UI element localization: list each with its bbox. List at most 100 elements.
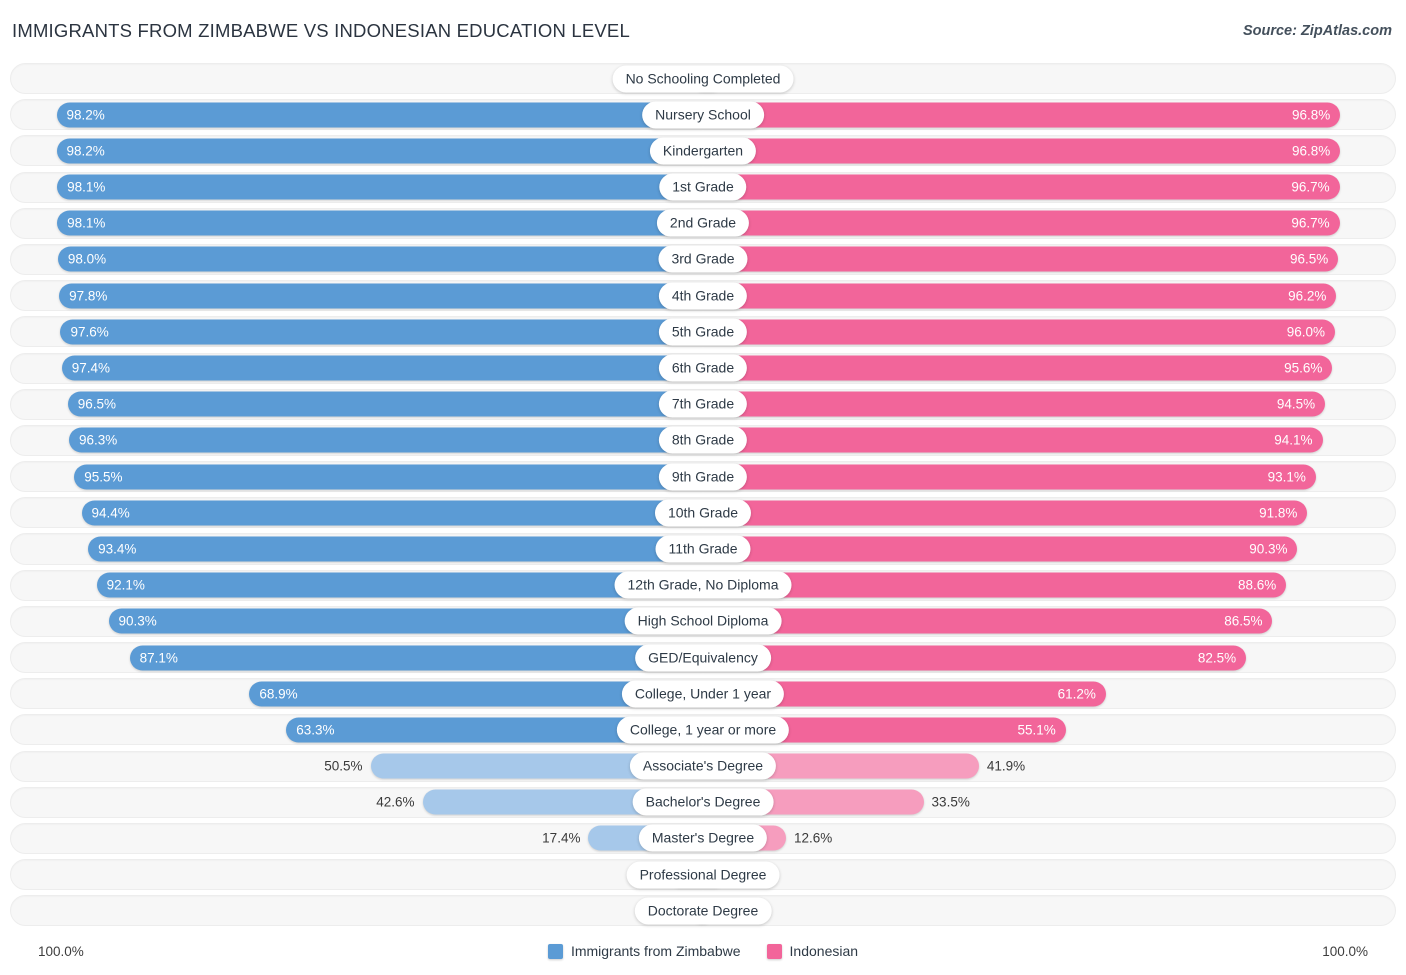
value-label-right: 90.3% [1249, 541, 1288, 557]
value-label-right: 91.8% [1259, 505, 1298, 521]
right-half: 96.8% [703, 98, 1396, 131]
bar-immigrants-from-zimbabwe [57, 246, 703, 272]
bar-row: 98.1% 96.7% 1st Grade [10, 171, 1396, 204]
category-label: 1st Grade [659, 173, 747, 201]
bar-row: 98.1% 96.7% 2nd Grade [10, 207, 1396, 240]
diverging-bar-chart: 1.9%3.2%No Schooling Completed 98.2% 96.8%… [10, 62, 1396, 931]
bar-immigrants-from-zimbabwe [129, 645, 703, 671]
left-half: 87.1% [10, 641, 703, 674]
bar-row: 97.8% 96.2% 4th Grade [10, 279, 1396, 312]
category-label: 3rd Grade [658, 245, 748, 273]
value-label-left: 92.1% [106, 577, 145, 593]
bar-immigrants-from-zimbabwe [96, 572, 703, 598]
bar-row: 90.3% 86.5% High School Diploma [10, 605, 1396, 638]
bar-immigrants-from-zimbabwe [67, 391, 703, 417]
left-half: 98.1% [10, 207, 703, 240]
bar-immigrants-from-zimbabwe [57, 174, 703, 200]
bar-indonesian [703, 210, 1340, 236]
bar-row: 87.1% 82.5% GED/Equivalency [10, 641, 1396, 674]
category-label: 9th Grade [658, 463, 748, 491]
bar-row: 98.0% 96.5% 3rd Grade [10, 243, 1396, 276]
left-half: 1.9% [10, 62, 703, 95]
bar-indonesian [703, 355, 1333, 381]
bar-row: 98.2% 96.8% Kindergarten [10, 134, 1396, 167]
category-label: 10th Grade [654, 499, 752, 527]
bar-indonesian [703, 319, 1336, 345]
right-half: 96.7% [703, 207, 1396, 240]
category-label: No Schooling Completed [612, 65, 794, 93]
bar-indonesian [703, 138, 1341, 164]
left-half: 5.3% [10, 858, 703, 891]
bar-row: 68.9% 61.2% College, Under 1 year [10, 677, 1396, 710]
category-label: Associate's Degree [629, 752, 777, 780]
bar-indonesian [703, 536, 1298, 562]
value-label-right: 96.5% [1290, 251, 1329, 267]
category-label: 2nd Grade [656, 209, 750, 237]
bar-row: 92.1% 88.6% 12th Grade, No Diploma [10, 569, 1396, 602]
bar-row: 96.3% 94.1% 8th Grade [10, 424, 1396, 457]
legend-label: Immigrants from Zimbabwe [570, 943, 741, 959]
bar-indonesian [703, 174, 1340, 200]
category-label: 5th Grade [658, 318, 748, 346]
legend-item-zimbabwe[interactable]: Immigrants from Zimbabwe [547, 943, 741, 959]
bar-indonesian [703, 102, 1341, 128]
left-half: 95.5% [10, 460, 703, 493]
value-label-right: 95.6% [1284, 360, 1323, 376]
bar-row: 95.5% 93.1% 9th Grade [10, 460, 1396, 493]
value-label-left: 98.1% [67, 179, 106, 195]
right-half: 3.7% [703, 858, 1396, 891]
bar-immigrants-from-zimbabwe [57, 210, 703, 236]
value-label-left: 95.5% [84, 469, 123, 485]
value-label-left: 87.1% [139, 650, 178, 666]
page-title: IMMIGRANTS FROM ZIMBABWE VS INDONESIAN E… [12, 20, 630, 41]
source-attribution: Source: ZipAtlas.com [1242, 23, 1392, 39]
chart-page: IMMIGRANTS FROM ZIMBABWE VS INDONESIAN E… [0, 0, 1406, 975]
bar-immigrants-from-zimbabwe [59, 283, 703, 309]
bar-indonesian [703, 391, 1326, 417]
value-label-left: 98.2% [66, 143, 105, 159]
value-label-left: 96.5% [77, 396, 116, 412]
value-label-right: 93.1% [1267, 469, 1306, 485]
left-half: 2.2% [10, 894, 703, 927]
value-label-right: 61.2% [1057, 686, 1096, 702]
left-half: 98.2% [10, 134, 703, 167]
bar-row: 1.9%3.2%No Schooling Completed [10, 62, 1396, 95]
value-label-left: 93.4% [98, 541, 137, 557]
right-half: 3.2% [703, 62, 1396, 95]
value-label-right: 82.5% [1197, 650, 1237, 666]
chart-legend: Immigrants from Zimbabwe Indonesian [0, 943, 1406, 959]
left-half: 50.5% [10, 750, 703, 783]
category-label: High School Diploma [624, 607, 782, 635]
legend-label: Indonesian [789, 943, 859, 959]
bar-indonesian [703, 283, 1337, 309]
bar-row: 5.3%3.7%Professional Degree [10, 858, 1396, 891]
value-label-right: 86.5% [1224, 613, 1263, 629]
bar-row: 94.4% 91.8% 10th Grade [10, 496, 1396, 529]
value-label-right: 94.5% [1276, 396, 1316, 412]
category-label: 8th Grade [658, 426, 748, 454]
right-half: 55.1% [703, 713, 1396, 746]
bar-immigrants-from-zimbabwe [88, 536, 703, 562]
category-label: GED/Equivalency [635, 644, 771, 672]
right-half: 94.5% [703, 388, 1396, 421]
bar-row: 98.2% 96.8% Nursery School [10, 98, 1396, 131]
bar-row: 2.2%1.6%Doctorate Degree [10, 894, 1396, 927]
right-half: 96.7% [703, 171, 1396, 204]
value-label-right: 41.9% [986, 758, 1026, 774]
value-label-right: 33.5% [931, 794, 970, 810]
category-label: 12th Grade, No Diploma [614, 571, 792, 599]
bar-row: 42.6% 33.5% Bachelor's Degree [10, 786, 1396, 819]
bar-indonesian [703, 500, 1308, 526]
value-label-right: 96.2% [1288, 288, 1327, 304]
legend-swatch-icon [547, 943, 563, 959]
left-half: 98.1% [10, 171, 703, 204]
right-half: 86.5% [703, 605, 1396, 638]
left-half: 42.6% [10, 786, 703, 819]
bar-indonesian [703, 608, 1273, 634]
chart-header: IMMIGRANTS FROM ZIMBABWE VS INDONESIAN E… [0, 0, 1406, 56]
right-half: 90.3% [703, 532, 1396, 565]
legend-item-indonesian[interactable]: Indonesian [766, 943, 859, 959]
value-label-left: 97.4% [71, 360, 111, 376]
legend-swatch-icon [766, 943, 782, 959]
value-label-left: 98.1% [67, 215, 106, 231]
